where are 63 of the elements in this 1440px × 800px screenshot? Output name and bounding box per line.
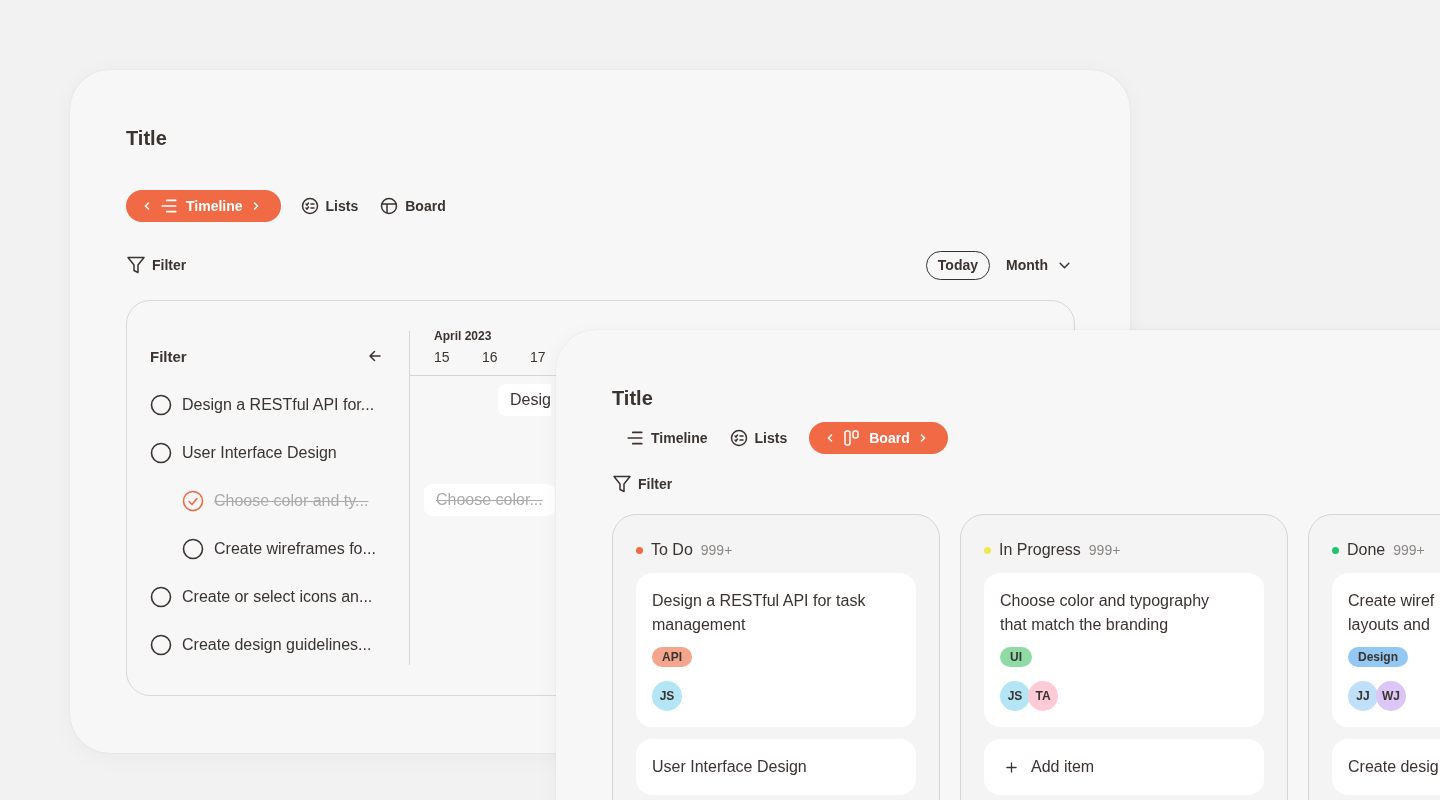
unchecked-circle-icon[interactable] (150, 586, 172, 608)
timeline-icon (626, 429, 644, 447)
checked-circle-icon[interactable] (182, 490, 204, 512)
window-title: Title (612, 386, 654, 410)
avatar: JS (1000, 681, 1030, 711)
timeline-bar[interactable]: Desig (498, 384, 551, 416)
avatar: TA (1028, 681, 1058, 711)
view-tab[interactable]: Lists (300, 190, 361, 222)
filter-icon (126, 255, 146, 275)
lists-icon (300, 197, 319, 215)
tag: API (652, 647, 692, 667)
task-label: Create design guidelines... (182, 636, 372, 654)
task-card[interactable]: Create desig (1332, 739, 1440, 795)
item-count: 999+ (1393, 542, 1425, 558)
card-title: Create wiref layouts and (1348, 591, 1436, 635)
avatar: JS (652, 681, 682, 711)
task-label: User Interface Design (182, 444, 337, 462)
task-label: Create or select icons an... (182, 588, 373, 606)
lists-icon (729, 429, 748, 447)
column-title: Done (1347, 541, 1386, 559)
day-label: 16 (482, 349, 499, 365)
timeline-icon (160, 197, 178, 215)
board-icon (380, 197, 399, 215)
view-tab[interactable]: Timeline (612, 422, 710, 454)
panel-title: Filter (150, 347, 187, 365)
unchecked-circle-icon[interactable] (150, 394, 172, 416)
arrow-left-icon[interactable] (368, 349, 382, 363)
task-card[interactable]: Choose color and typography that match the branding UI JS TA (984, 573, 1264, 727)
tag: UI (1000, 647, 1032, 667)
unchecked-circle-icon[interactable] (150, 442, 172, 464)
filter-icon (612, 474, 632, 494)
month-label: April 2023 (434, 329, 493, 343)
item-count: 999+ (700, 542, 733, 558)
day-label: 17 (530, 349, 547, 365)
unchecked-circle-icon[interactable] (150, 634, 172, 656)
tag: Design (1348, 647, 1408, 667)
window-title: Title (126, 126, 168, 150)
filter-button[interactable]: Filter (612, 470, 673, 498)
add-item-button[interactable]: Add item (984, 739, 1264, 795)
task-label: Create wireframes fo... (214, 540, 376, 558)
unchecked-circle-icon[interactable] (182, 538, 204, 560)
day-label: 15 (434, 349, 451, 365)
card-title: User Interface Design (652, 757, 808, 777)
task-card[interactable]: User Interface Design (636, 739, 916, 795)
card-title: Create desig (1348, 757, 1440, 777)
item-count: 999+ (1088, 542, 1121, 558)
avatar: WJ (1376, 681, 1406, 711)
chevron-left-icon (142, 201, 152, 211)
view-tab[interactable]: Lists (729, 422, 790, 454)
task-label: Design a RESTful API for... (182, 396, 375, 414)
task-label: Choose color and ty... (214, 492, 369, 510)
column-title: To Do (651, 541, 693, 559)
avatar: JJ (1348, 681, 1378, 711)
filter-button[interactable]: Filter (126, 251, 187, 279)
card-title: Choose color and typography that match the branding (1000, 591, 1211, 635)
task-card[interactable]: Design a RESTful API for task management API JS (636, 573, 916, 727)
range-dropdown[interactable]: Month (1006, 251, 1075, 279)
card-title: Design a RESTful API for task management (652, 591, 867, 635)
columns-icon (843, 429, 862, 447)
plus-icon (1006, 761, 1017, 773)
view-tab[interactable]: Board (380, 190, 448, 222)
column-title: In Progress (999, 541, 1081, 559)
task-card[interactable]: Create wiref layouts and Design JJ WJ (1332, 573, 1440, 727)
